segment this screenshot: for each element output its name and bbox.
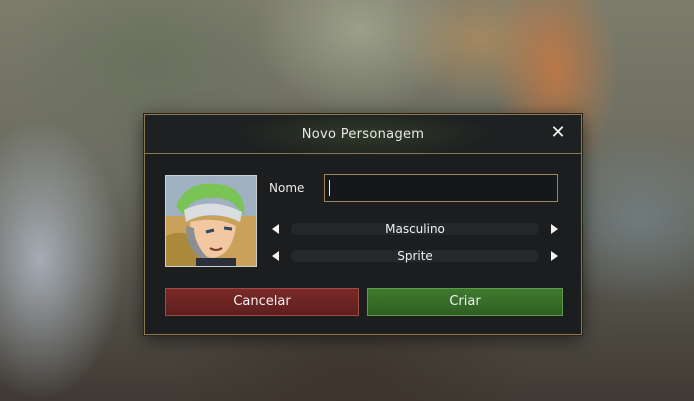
sprite-next-arrow-icon[interactable] [547, 249, 561, 263]
name-input[interactable] [324, 174, 558, 202]
portrait-image [166, 176, 256, 266]
dialog-title: Novo Personagem [301, 126, 425, 142]
close-icon[interactable]: ✕ [549, 124, 567, 142]
sprite-selector: Sprite [269, 249, 561, 263]
character-portrait [165, 175, 257, 267]
gender-value: Masculino [385, 222, 445, 236]
sprite-value: Sprite [397, 249, 433, 263]
gender-selector: Masculino [269, 222, 561, 236]
gender-prev-arrow-icon[interactable] [269, 222, 283, 236]
name-label: Nome [269, 181, 305, 195]
dialog-titlebar: Novo Personagem [145, 115, 581, 154]
create-button[interactable]: Criar [367, 288, 563, 316]
sprite-value-pill: Sprite [291, 249, 539, 263]
text-cursor [329, 180, 330, 196]
gender-value-pill: Masculino [291, 222, 539, 236]
cancel-button[interactable]: Cancelar [165, 288, 359, 316]
gender-next-arrow-icon[interactable] [547, 222, 561, 236]
new-character-dialog: Novo Personagem ✕ Nome Masculino Sprite … [144, 114, 582, 335]
sprite-prev-arrow-icon[interactable] [269, 249, 283, 263]
